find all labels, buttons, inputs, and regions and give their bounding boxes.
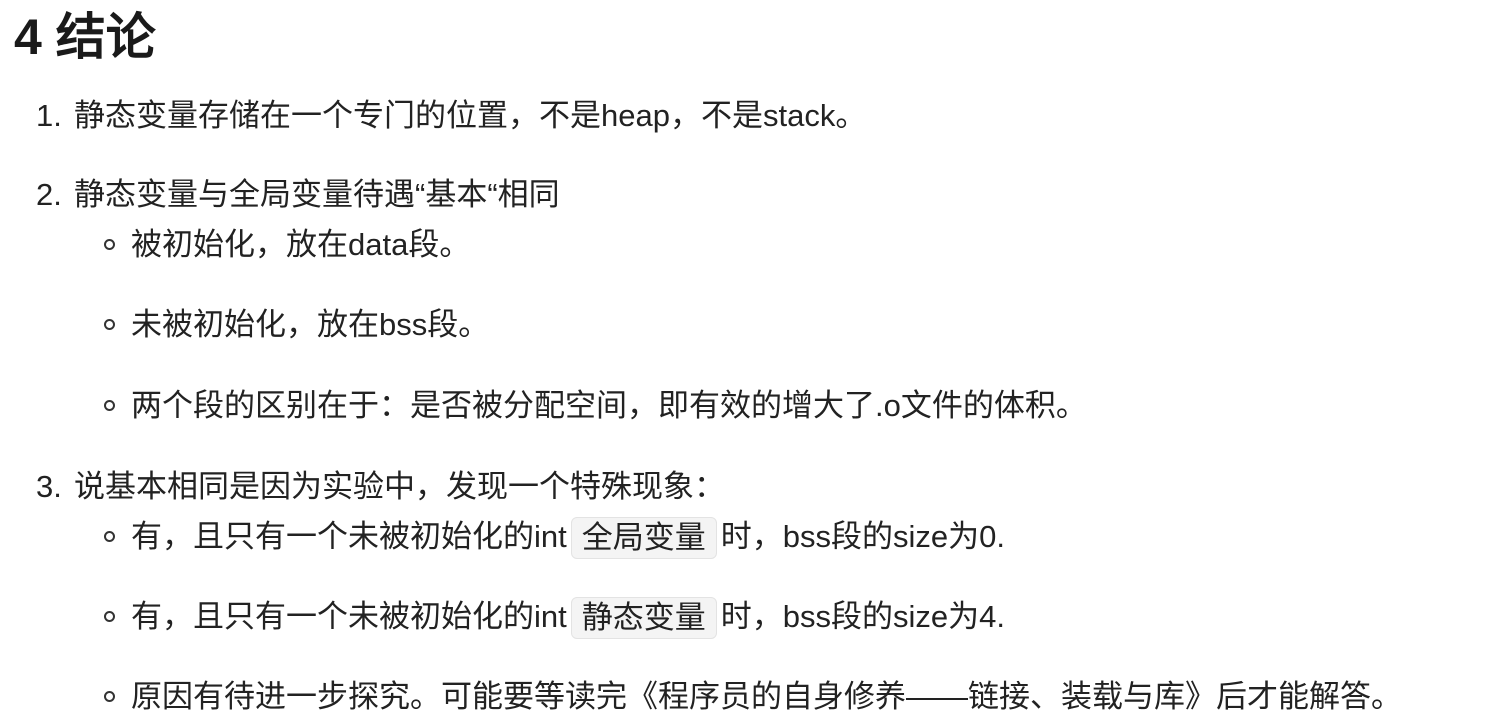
list-number: 3. [36,469,62,504]
sub-item-text: 被初始化，放在data段。 [131,227,471,262]
sub-item-text: 两个段的区别在于：是否被分配空间，即有效的增大了.o文件的体积。 [131,388,1087,423]
list-item-2: 2. 静态变量与全局变量待遇“基本“相同 [36,175,560,215]
sub-item-text: 有，且只有一个未被初始化的int [131,599,567,634]
inline-code: 静态变量 [570,597,717,639]
sub-item-text: 原因有待进一步探究。可能要等读完《程序员的自身修养——链接、装载与库》后才能解答… [131,679,1402,714]
circle-bullet-icon [104,691,115,703]
sub-item-text: 时，bss段的size为4. [720,599,1005,634]
circle-bullet-icon [104,400,115,412]
list-item-1: 1. 静态变量存储在一个专门的位置，不是heap，不是stack。 [36,96,866,136]
sub-list-item: 两个段的区别在于：是否被分配空间，即有效的增大了.o文件的体积。 [104,386,1087,426]
circle-bullet-icon [104,611,115,623]
sub-list-item: 未被初始化，放在bss段。 [104,305,489,345]
sub-list-item: 有，且只有一个未被初始化的int 静态变量 时，bss段的size为4. [104,597,1005,639]
section-heading: 4 结论 [14,9,156,65]
list-item-3: 3. 说基本相同是因为实验中，发现一个特殊现象： [36,467,725,507]
list-item-text: 静态变量存储在一个专门的位置，不是heap，不是stack。 [74,98,867,133]
sub-list-item: 原因有待进一步探究。可能要等读完《程序员的自身修养——链接、装载与库》后才能解答… [104,677,1402,717]
sub-item-text: 有，且只有一个未被初始化的int [131,519,567,554]
circle-bullet-icon [104,239,115,251]
inline-code: 全局变量 [570,517,717,559]
list-item-text: 静态变量与全局变量待遇“基本“相同 [74,177,560,212]
sub-list-item: 有，且只有一个未被初始化的int 全局变量 时，bss段的size为0. [104,517,1005,559]
list-item-text: 说基本相同是因为实验中，发现一个特殊现象： [74,469,725,504]
sub-item-text: 未被初始化，放在bss段。 [131,307,490,342]
list-number: 2. [36,177,62,212]
sub-list-item: 被初始化，放在data段。 [104,225,470,265]
sub-item-text: 时，bss段的size为0. [720,519,1005,554]
list-number: 1. [36,98,62,133]
circle-bullet-icon [104,531,115,543]
document-page: 4 结论 1. 静态变量存储在一个专门的位置，不是heap，不是stack。 2.… [0,0,1510,724]
circle-bullet-icon [104,319,115,331]
